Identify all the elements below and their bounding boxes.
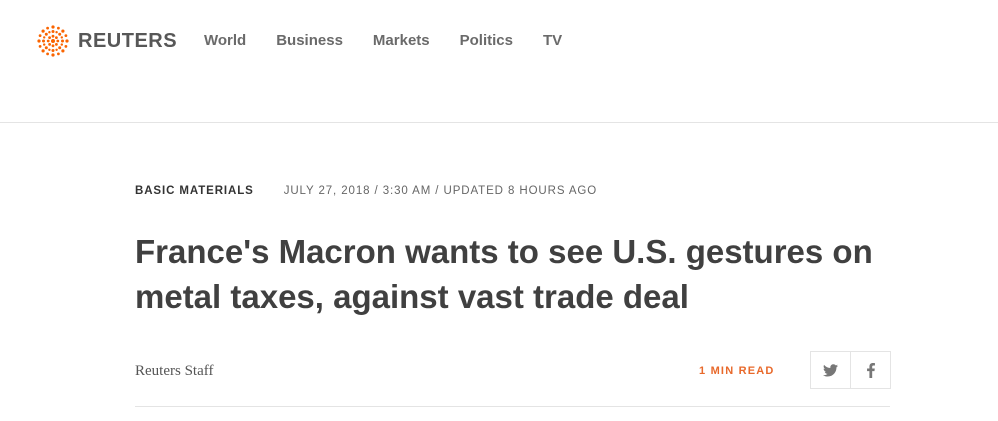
article-byline[interactable]: Reuters Staff — [135, 362, 213, 380]
share-bar — [810, 351, 891, 389]
reuters-logo-icon — [37, 25, 69, 57]
share-facebook-button[interactable] — [850, 352, 890, 388]
nav-item-politics[interactable]: Politics — [460, 31, 513, 51]
reuters-logo[interactable]: REUTERS — [36, 24, 177, 58]
site-header: REUTERS World Business Markets Politics … — [0, 0, 998, 123]
nav-item-world[interactable]: World — [204, 31, 246, 51]
facebook-icon — [866, 362, 875, 378]
article-dateline: JULY 27, 2018 / 3:30 AM / UPDATED 8 HOUR… — [283, 185, 598, 197]
nav-item-markets[interactable]: Markets — [373, 31, 430, 51]
brand-name: REUTERS — [78, 29, 178, 52]
read-time: 1 MIN READ — [699, 365, 775, 377]
section-link[interactable]: BASIC MATERIALS — [135, 184, 254, 198]
article-headline: France's Macron wants to see U.S. gestur… — [135, 233, 873, 315]
share-twitter-button[interactable] — [811, 352, 850, 388]
nav-item-tv[interactable]: TV — [543, 31, 562, 51]
article-meta: BASIC MATERIALS JULY 27, 2018 / 3:30 AM … — [135, 184, 597, 198]
nav-item-business[interactable]: Business — [276, 31, 343, 51]
main-nav: World Business Markets Politics TV — [204, 31, 592, 51]
twitter-icon — [823, 363, 838, 376]
header-divider — [135, 406, 890, 407]
